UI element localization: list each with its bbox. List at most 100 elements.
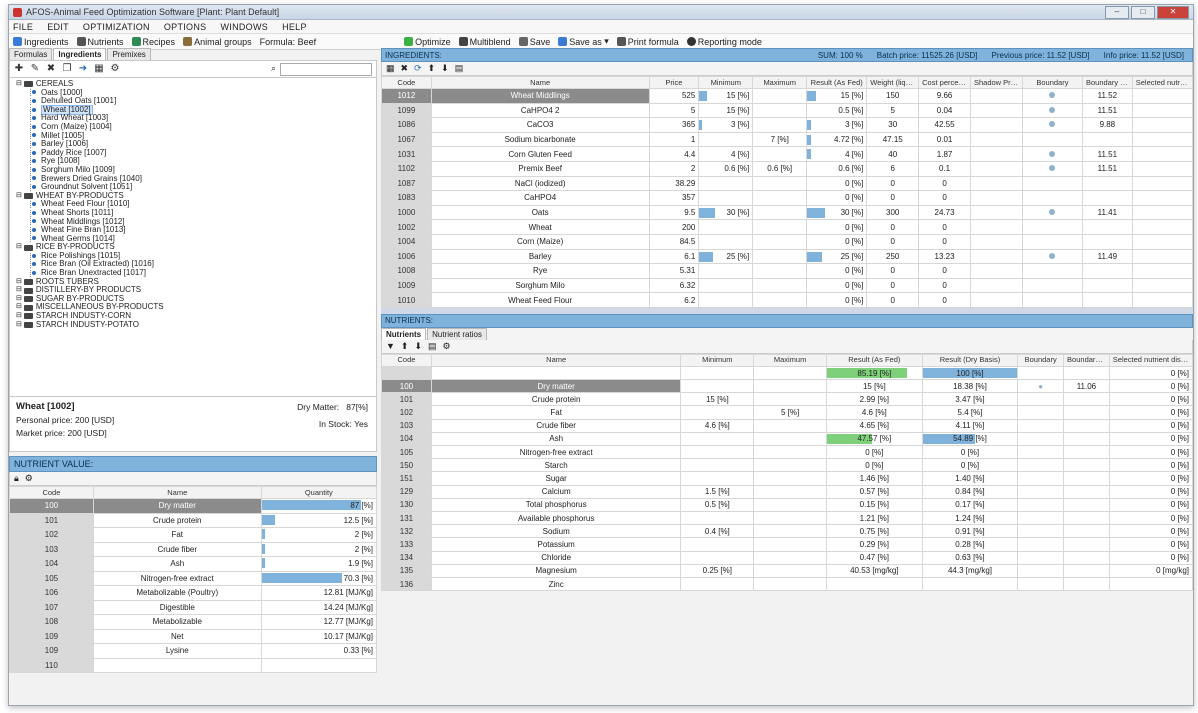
nutrient-max[interactable]	[753, 418, 827, 433]
grid-icon[interactable]: ▦	[386, 63, 395, 74]
nutrient-min[interactable]	[680, 576, 755, 592]
save-button[interactable]: Save	[518, 37, 550, 47]
ingredients-col-header[interactable]: Shadow Price	[969, 76, 1023, 89]
refresh-icon[interactable]: ⟳	[414, 63, 422, 74]
close-button[interactable]: ✕	[1157, 5, 1189, 19]
ingredient-result[interactable]: 0 [%]	[806, 190, 868, 206]
delete-icon[interactable]: ✖	[46, 64, 56, 74]
move-up-icon[interactable]: ⬆	[428, 63, 436, 74]
ingredient-row[interactable]: 1002 Wheat 200 0 [%] 0 0	[381, 219, 1193, 235]
settings-icon[interactable]: ⚙	[25, 473, 33, 484]
ingredient-max[interactable]: 7 [%]	[752, 131, 808, 148]
ingredients-col-header[interactable]: Weight (liquid comp.) [kg]	[866, 76, 920, 89]
nutrient-min[interactable]	[680, 445, 755, 460]
ingredient-result[interactable]: 0.5 [%]	[806, 102, 868, 119]
optimize-button[interactable]: Optimize	[404, 37, 451, 47]
nutrient-min[interactable]: 15 [%]	[680, 392, 755, 407]
ingredient-max[interactable]	[752, 175, 808, 192]
menu-options[interactable]: OPTIONS	[164, 22, 207, 32]
expand-icon[interactable]: ⊟	[16, 243, 22, 252]
ingredients-col-header[interactable]: Maximum	[752, 76, 808, 89]
ingredient-min[interactable]	[698, 190, 754, 206]
ingredient-row[interactable]: 1086 CaCO3 365 3 [%] 3 [%] 30 42.55 9.88	[381, 117, 1193, 133]
nutrient-row[interactable]: 150 Starch 0 [%] 0 [%] 0 [%]	[381, 458, 1193, 473]
nutrient-max[interactable]	[753, 379, 827, 394]
ingredient-min[interactable]	[698, 233, 754, 250]
nutrients-col-header[interactable]: Selected nutrient distribution	[1108, 353, 1193, 367]
ingredients-col-header[interactable]: Cost percentage	[918, 76, 971, 89]
ingredients-col-header[interactable]: Price	[648, 76, 700, 89]
ingredient-max[interactable]	[752, 248, 808, 265]
nutrient-min[interactable]	[680, 431, 755, 447]
expand-icon[interactable]: ⊟	[16, 192, 22, 201]
nutrient-max[interactable]	[753, 537, 827, 552]
ingredient-result[interactable]: 0 [%]	[806, 219, 868, 235]
menu-windows[interactable]: WINDOWS	[220, 22, 268, 32]
nutrient-quantity[interactable]: 12.5 [%]	[260, 512, 378, 528]
nutrient-max[interactable]	[753, 458, 827, 473]
menu-file[interactable]: FILE	[13, 22, 33, 32]
export-icon[interactable]: ▤	[428, 341, 437, 352]
ingredient-max[interactable]: 0.6 [%]	[752, 160, 808, 177]
nutrient-max[interactable]	[753, 524, 827, 539]
ingredient-min[interactable]	[698, 131, 754, 148]
nutrient-min[interactable]	[680, 405, 755, 420]
ingredient-row[interactable]: 1009 Sorghum Milo 6.32 0 [%] 0 0	[381, 277, 1193, 294]
ingredient-max[interactable]	[752, 88, 808, 104]
print-formula-button[interactable]: Print formula	[616, 37, 679, 47]
nutrient-quantity[interactable]: 2 [%]	[260, 541, 378, 557]
nutrient-row[interactable]: 135 Magnesium 0.25 [%] 40.53 [mg/kg] 44.3 [m…	[381, 563, 1193, 578]
nutrient-quantity[interactable]: 12.81 [MJ/Kg]	[260, 585, 378, 601]
nutrient-row[interactable]: 151 Sugar 1.46 [%] 1.40 [%] 0 [%]	[381, 471, 1193, 486]
ingredient-min[interactable]	[698, 175, 754, 192]
ingredient-result[interactable]: 0.6 [%]	[806, 160, 868, 177]
minimize-button[interactable]: –	[1105, 5, 1129, 19]
settings-icon[interactable]: ⚙	[443, 341, 451, 352]
nutrient-max[interactable]	[753, 563, 827, 578]
ingredient-result[interactable]: 0 [%]	[806, 233, 868, 250]
menu-edit[interactable]: EDIT	[47, 22, 69, 32]
table-row[interactable]: 108 Metabolizable 12.77 [MJ/Kg]	[9, 614, 378, 630]
nutrient-quantity[interactable]	[260, 657, 378, 673]
recipes-button[interactable]: Recipes	[131, 37, 175, 47]
nutrient-max[interactable]	[753, 510, 827, 526]
move-icon[interactable]: ➜	[78, 64, 88, 74]
ingredient-result[interactable]: 25 [%]	[806, 248, 868, 265]
table-row[interactable]: 104 Ash 1.9 [%]	[9, 556, 378, 572]
move-down-icon[interactable]: ⬇	[441, 63, 449, 74]
nutrient-quantity[interactable]: 14.24 [MJ/Kg]	[260, 599, 378, 615]
nutrient-row[interactable]: 85.19 [%] 100 [%] 0 [%]	[381, 365, 1193, 381]
nutrient-row[interactable]: 129 Calcium 1.5 [%] 0.57 [%] 0.84 [%] 0 [%]	[381, 484, 1193, 499]
nutrients-col-header[interactable]: Result (Dry Basis)	[921, 353, 1019, 367]
formula-select[interactable]: Beef	[298, 37, 317, 47]
nutrient-quantity[interactable]: 10.17 [MJ/Kg]	[260, 628, 378, 644]
multiblend-button[interactable]: Multiblend	[458, 37, 511, 47]
ingredient-result[interactable]: 30 [%]	[806, 204, 868, 221]
nutrient-max[interactable]	[753, 445, 827, 460]
ingredient-min[interactable]	[698, 219, 754, 235]
nutrient-row[interactable]: 102 Fat 5 [%] 4.6 [%] 5.4 [%] 0 [%]	[381, 405, 1193, 420]
ingredients-col-header[interactable]: Boundary cost	[1081, 76, 1133, 89]
nutrient-min[interactable]: 4.6 [%]	[680, 418, 755, 433]
ingredient-min[interactable]: 4 [%]	[698, 146, 754, 162]
delete-icon[interactable]: ✖	[401, 63, 409, 74]
tree-category[interactable]: ⊟ STARCH INDUSTY-POTATO	[16, 320, 376, 330]
tab-premixes[interactable]: Premixes	[107, 48, 151, 60]
nutrient-max[interactable]	[753, 471, 827, 486]
ingredient-row[interactable]: 1004 Corn (Maize) 84.5 0 [%] 0 0	[381, 233, 1193, 250]
nutrients-button[interactable]: Nutrients	[76, 37, 124, 47]
ingredient-result[interactable]: 4.72 [%]	[806, 131, 868, 148]
nutrient-max[interactable]	[753, 365, 827, 381]
nutrient-min[interactable]: 0.25 [%]	[680, 563, 755, 578]
nutrient-min[interactable]	[680, 510, 755, 526]
table-row[interactable]: 107 Digestible 14.24 [MJ/Kg]	[9, 599, 378, 615]
nutrient-min[interactable]	[680, 550, 755, 565]
ingredient-min[interactable]: 25 [%]	[698, 248, 754, 265]
ingredients-button[interactable]: Ingredients	[13, 37, 69, 47]
edit-icon[interactable]: ✎	[30, 64, 40, 74]
nutrient-row[interactable]: 131 Available phosphorus 1.21 [%] 1.24 [%] 0…	[381, 510, 1193, 526]
copy-icon[interactable]: ❐	[62, 64, 72, 74]
ingredient-row[interactable]: 1099 CaHPO4 2 5 15 [%] 0.5 [%] 5 0.04 11.51	[381, 102, 1193, 119]
ingredient-result[interactable]: 3 [%]	[806, 117, 868, 133]
col-quantity[interactable]: Quantity	[260, 486, 378, 499]
